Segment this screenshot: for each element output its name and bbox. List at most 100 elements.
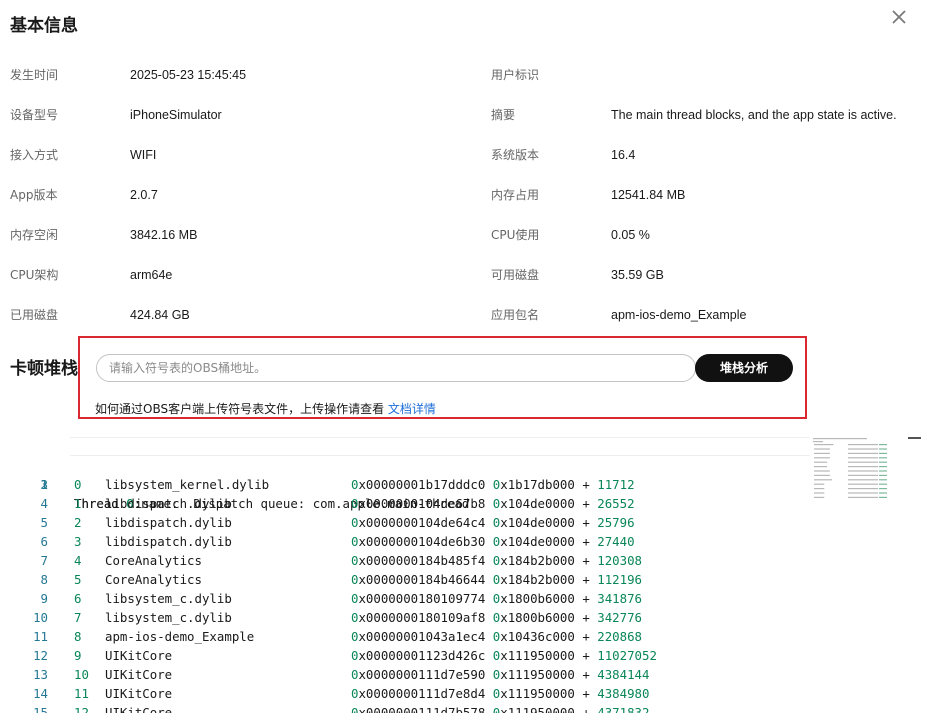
frame-index: 3 [74, 534, 82, 549]
address-value: x00000001b17dddc0 [358, 477, 486, 492]
doc-details-link[interactable]: 文档详情 [388, 402, 436, 416]
frame-address: 0x0000000111d7b578 0x111950000 + 4371832 [351, 703, 649, 713]
frame-offset: 26552 [597, 496, 635, 511]
info-value: 12541.84 MB [611, 188, 686, 202]
frame-offset: 11712 [597, 477, 635, 492]
minimap-line [848, 466, 878, 468]
frame-index: 1 [74, 496, 82, 511]
frame-offset: 27440 [597, 534, 635, 549]
minimap-line [814, 448, 830, 450]
close-button[interactable] [888, 6, 910, 28]
frame-address: 0x0000000111d7e8d4 0x111950000 + 4384980 [351, 684, 649, 703]
info-value: The main thread blocks, and the app stat… [611, 108, 897, 122]
dialog-title: 基本信息 [10, 16, 78, 36]
frame-address: 0x0000000184b485f4 0x184b2b000 + 120308 [351, 551, 642, 570]
frame-offset: 112196 [597, 572, 643, 587]
obs-help-text: 如何通过OBS客户端上传符号表文件，上传操作请查看 文档详情 [95, 400, 436, 417]
minimap-line [848, 479, 878, 481]
code-minimap[interactable] [812, 437, 892, 507]
current-line-highlight [70, 437, 810, 456]
frame-offset: 4384980 [597, 686, 650, 701]
frame-library: apm-ios-demo_Example [105, 629, 255, 644]
frame-index: 2 [74, 515, 82, 530]
frame-index: 8 [74, 629, 82, 644]
frame-index: 7 [74, 610, 82, 625]
plus-sign: + [582, 534, 590, 549]
frame-offset: 4371832 [597, 705, 650, 713]
minimap-line [879, 483, 887, 485]
address-value: x0000000104de67b8 [358, 496, 486, 511]
frame-address: 0x0000000180109774 0x1800b6000 + 341876 [351, 589, 642, 608]
frame-address: 0x0000000104de67b8 0x104de0000 + 26552 [351, 494, 635, 513]
scrollbar-marker[interactable] [908, 437, 921, 439]
info-label: 摘要 [491, 108, 516, 122]
code-line: 1 Thread 0 name: Dispatch queue: com.app… [0, 437, 810, 511]
line-number: 6 [40, 534, 48, 549]
obs-upload-panel: 堆栈分析 如何通过OBS客户端上传符号表文件，上传操作请查看 文档详情 [78, 336, 807, 419]
info-row: 发生时间 2025-05-23 15:45:45 用户标识 [0, 65, 935, 85]
info-row: App版本 2.0.7 内存占用 12541.84 MB [0, 185, 935, 205]
info-value: iPhoneSimulator [130, 108, 222, 122]
info-row: CPU架构 arm64e 可用磁盘 35.59 GB [0, 265, 935, 285]
frame-index: 10 [74, 667, 89, 682]
base-address: x10436c000 [500, 629, 575, 644]
base-address: x111950000 [500, 705, 575, 713]
plus-sign: + [582, 591, 590, 606]
base-address: x1b17db000 [500, 477, 575, 492]
obs-help-label: 如何通过OBS客户端上传符号表文件，上传操作请查看 [95, 402, 388, 416]
address-value: x0000000184b485f4 [358, 553, 486, 568]
info-label: 内存占用 [491, 188, 540, 202]
minimap-line [848, 461, 878, 463]
minimap-line [879, 474, 887, 476]
info-label: App版本 [10, 188, 58, 202]
minimap-line [879, 457, 887, 459]
line-number: 15 [33, 705, 48, 713]
frame-offset: 11027052 [597, 648, 657, 663]
address-value: x00000001123d426c [358, 648, 486, 663]
minimap-line [814, 466, 828, 468]
line-number: 5 [40, 515, 48, 530]
frame-offset: 341876 [597, 591, 643, 606]
frame-index: 12 [74, 705, 89, 713]
base-address: x184b2b000 [500, 553, 575, 568]
plus-sign: + [582, 496, 590, 511]
frame-index: 4 [74, 553, 82, 568]
frame-index: 6 [74, 591, 82, 606]
frame-library: UIKitCore [105, 705, 173, 713]
info-label: 用户标识 [491, 68, 540, 82]
info-label: CPU架构 [10, 268, 59, 282]
info-label: 已用磁盘 [10, 308, 59, 322]
address-value: x0000000180109774 [358, 591, 486, 606]
frame-address: 0x0000000111d7e590 0x111950000 + 4384144 [351, 665, 649, 684]
minimap-line [879, 488, 887, 490]
plus-sign: + [582, 648, 590, 663]
base-address: x1800b6000 [500, 591, 575, 606]
address-value: x0000000104de6b30 [358, 534, 486, 549]
minimap-line [879, 496, 887, 498]
info-label: 设备型号 [10, 108, 59, 122]
frame-library: libdispatch.dylib [105, 496, 232, 511]
frame-address: 0x00000001043a1ec4 0x10436c000 + 220868 [351, 627, 642, 646]
frame-library: CoreAnalytics [105, 572, 202, 587]
minimap-line [814, 496, 825, 498]
minimap-line [814, 492, 825, 494]
frame-address: 0x0000000184b46644 0x184b2b000 + 112196 [351, 570, 642, 589]
frame-library: UIKitCore [105, 648, 173, 663]
base-address: x111950000 [500, 667, 575, 682]
plus-sign: + [582, 515, 590, 530]
info-value: 35.59 GB [611, 268, 664, 282]
base-address: x184b2b000 [500, 572, 575, 587]
line-number: 14 [33, 686, 48, 701]
line-number: 13 [33, 667, 48, 682]
info-row: 设备型号 iPhoneSimulator 摘要 The main thread blo… [0, 105, 935, 125]
minimap-line [814, 474, 830, 476]
plus-sign: + [582, 686, 590, 701]
info-value: 0.05 % [611, 228, 650, 242]
stack-trace-editor[interactable]: 1 Thread 0 name: Dispatch queue: com.app… [0, 437, 920, 713]
stack-analyze-button[interactable]: 堆栈分析 [695, 354, 793, 382]
base-address: x104de0000 [500, 515, 575, 530]
obs-bucket-input[interactable] [96, 354, 696, 382]
plus-sign: + [582, 477, 590, 492]
plus-sign: + [582, 610, 590, 625]
address-value: x0000000111d7e590 [358, 667, 486, 682]
